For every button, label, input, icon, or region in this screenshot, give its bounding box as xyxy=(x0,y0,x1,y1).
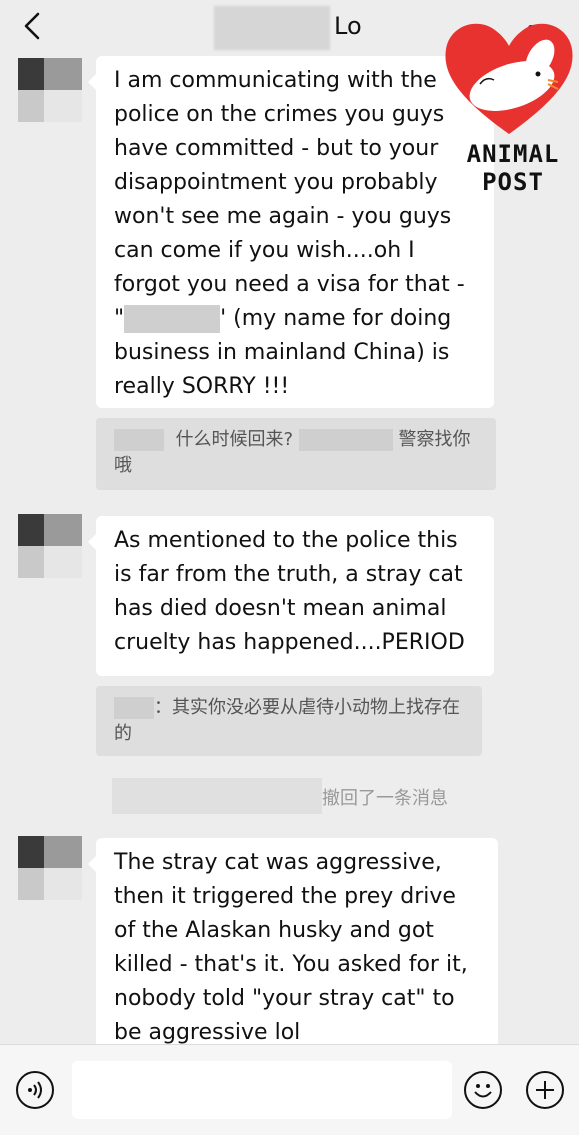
blurred-sender xyxy=(114,697,154,719)
quote-text: 什么时候回来? 警察找你哦 xyxy=(114,429,471,476)
recall-notice-text: 撤回了一条消息 xyxy=(322,788,448,809)
message-text: The stray cat was aggressive, then it tr… xyxy=(114,850,475,1045)
quoted-message[interactable]: 什么时候回来? 警察找你哦 xyxy=(96,418,496,490)
plus-icon xyxy=(536,1081,554,1099)
voice-icon xyxy=(28,1081,42,1099)
recall-notice: 撤回了一条消息 xyxy=(112,778,492,814)
heart-logo-icon xyxy=(445,23,573,134)
chat-title: Lo xyxy=(334,12,362,40)
emoji-icon xyxy=(474,1084,492,1098)
animal-post-wordmark: ANIMAL POST xyxy=(466,140,560,196)
message-bubble[interactable]: As mentioned to the police this is far f… xyxy=(88,516,494,676)
blurred-name xyxy=(124,305,221,333)
blurred-contact-name xyxy=(214,6,330,50)
message-input[interactable] xyxy=(72,1061,452,1119)
avatar[interactable] xyxy=(18,836,82,900)
add-button[interactable] xyxy=(526,1071,564,1109)
chevron-left-icon xyxy=(24,12,40,40)
message-text: As mentioned to the police this is far f… xyxy=(114,528,470,655)
message-text: I am communicating with the police on th… xyxy=(114,68,472,399)
back-button[interactable] xyxy=(18,8,48,44)
quoted-message[interactable]: ：其实你没必要从虐待小动物上找存在的 xyxy=(96,686,482,756)
voice-button[interactable] xyxy=(16,1071,54,1109)
blurred-content xyxy=(298,429,393,451)
avatar[interactable] xyxy=(18,514,82,578)
input-bar xyxy=(0,1044,579,1135)
emoji-button[interactable] xyxy=(464,1071,502,1109)
quote-text: ：其实你没必要从虐待小动物上找存在的 xyxy=(114,697,460,744)
blurred-recaller-name xyxy=(112,778,322,814)
avatar[interactable] xyxy=(18,58,82,122)
blurred-sender xyxy=(114,429,164,451)
message-bubble[interactable]: The stray cat was aggressive, then it tr… xyxy=(88,838,498,1048)
message-bubble[interactable]: I am communicating with the police on th… xyxy=(88,56,494,408)
